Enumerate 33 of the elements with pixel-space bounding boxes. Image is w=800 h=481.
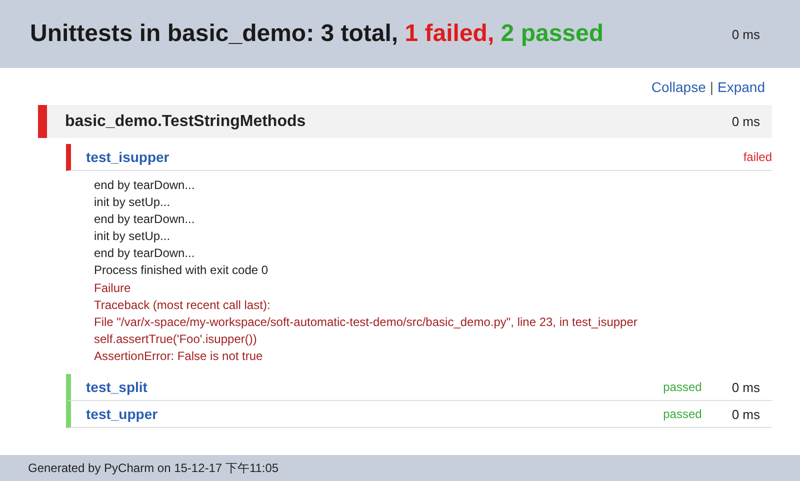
report-title: Unittests in basic_demo: 3 total, (30, 20, 398, 47)
failed-count: 1 failed, (404, 20, 494, 47)
output-line: init by setUp... (94, 194, 172, 212)
test-status: passed (663, 406, 702, 422)
error-line: AssertionError: False is not true (94, 348, 264, 365)
error-line: Failure (94, 280, 132, 297)
error-line: self.assertTrue('Foo'.isupper()) (94, 330, 258, 348)
suite-row[interactable]: basic_demo.TestStringMethods 0 ms (38, 105, 772, 138)
test-row[interactable]: test_isupper failed (66, 144, 772, 171)
output-line: end by tearDown... (94, 177, 196, 194)
test-duration: 0 ms (732, 380, 760, 395)
passed-count: 2 passed (500, 20, 604, 47)
output-line: end by tearDown... (94, 211, 196, 228)
output-line: end by tearDown... (94, 245, 196, 262)
test-name: test_upper (86, 406, 158, 422)
expand-link[interactable]: Expand (718, 79, 765, 95)
link-separator: | (710, 79, 714, 95)
output-line: init by setUp... (94, 228, 172, 246)
test-name: test_split (86, 379, 148, 396)
suite-duration: 0 ms (732, 114, 760, 129)
test-row[interactable]: test_split passed 0 ms (66, 374, 772, 402)
error-line: File "/var/x-space/my-workspace/soft-automatic-test-demo/src/basic_demo.py", line 23, in test_isupper (94, 314, 638, 331)
footer-text: Generated by PyCharm on 15-12-17 下午11:05 (28, 460, 279, 476)
test-duration: 0 ms (732, 406, 760, 422)
suite-name: basic_demo.TestStringMethods (65, 112, 306, 130)
total-duration: 0 ms (732, 26, 760, 42)
error-line: Traceback (most recent call last): (94, 296, 272, 314)
test-name: test_isupper (86, 149, 170, 165)
output-line: Process finished with exit code 0 (94, 262, 270, 280)
collapse-link[interactable]: Collapse (651, 79, 706, 95)
test-status: failed (743, 150, 772, 164)
test-status: passed (663, 380, 702, 395)
test-row[interactable]: test_upper passed 0 ms (66, 401, 772, 428)
